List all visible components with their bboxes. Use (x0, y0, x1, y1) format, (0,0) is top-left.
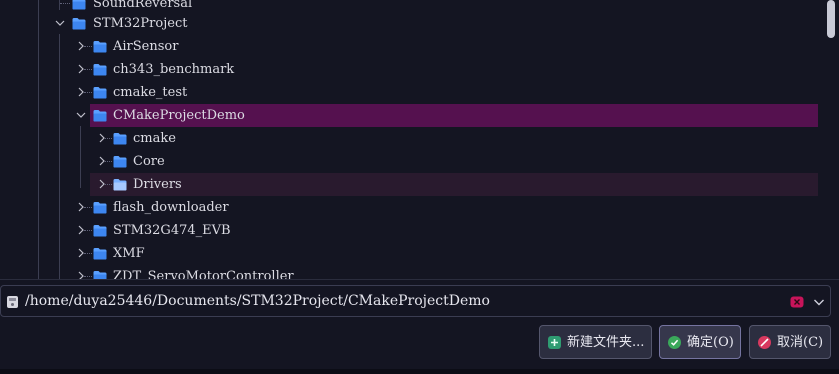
tree-item-zdt-servomotorcontroller[interactable]: ZDT_ServoMotorController (0, 265, 818, 279)
tree-item-label: STM32Project (93, 16, 188, 31)
tree-item-cmake-test[interactable]: cmake_test (0, 81, 818, 104)
drive-icon (6, 294, 19, 308)
chevron-down-icon[interactable] (75, 109, 87, 121)
cancel-icon (758, 336, 771, 349)
vertical-scrollbar[interactable] (827, 0, 835, 38)
tree-item-label: ch343_benchmark (113, 62, 235, 77)
folder-icon (93, 63, 107, 76)
tree-item-ch343-benchmark[interactable]: ch343_benchmark (0, 58, 818, 81)
tree-item-label: CMakeProjectDemo (113, 108, 245, 123)
tree-item-label: cmake_test (113, 85, 188, 100)
new-folder-button[interactable]: 新建文件夹... (539, 325, 652, 359)
folder-icon (93, 247, 107, 260)
folder-icon (93, 224, 107, 237)
add-folder-icon (548, 336, 561, 349)
folder-icon (72, 0, 86, 10)
button-label: 新建文件夹... (567, 335, 645, 350)
folder-tree[interactable]: SoundReversal STM32Project AirSensor ch3… (0, 0, 839, 279)
tree-item-label: cmake (133, 131, 176, 146)
folder-icon (93, 201, 107, 214)
tree-item-stm32g474-evb[interactable]: STM32G474_EVB (0, 219, 818, 242)
tree-item-label: flash_downloader (113, 200, 229, 215)
tree-item-label: SoundReversal (93, 0, 193, 11)
cancel-button[interactable]: 取消(C) (749, 325, 831, 359)
location-path[interactable]: /home/duya25446/Documents/STM32Project/C… (25, 292, 490, 310)
folder-icon (93, 270, 107, 279)
button-label: 确定(O) (687, 335, 734, 350)
tree-item-label: AirSensor (113, 39, 179, 54)
tree-item-stm32project[interactable]: STM32Project (0, 12, 818, 35)
chevron-down-icon[interactable] (812, 294, 826, 308)
divider (0, 279, 839, 280)
tree-item-cmake[interactable]: cmake (0, 127, 818, 150)
folder-icon (113, 132, 127, 145)
folder-icon (93, 109, 107, 122)
tree-item-label: ZDT_ServoMotorController (113, 269, 294, 279)
hover-highlight (90, 173, 818, 196)
check-icon (668, 336, 681, 349)
tree-item-label: XMF (113, 246, 145, 261)
clear-icon[interactable] (790, 294, 804, 308)
folder-icon (113, 178, 127, 191)
tree-item-xmf[interactable]: XMF (0, 242, 818, 265)
tree-item-cmakeprojectdemo[interactable]: CMakeProjectDemo (0, 104, 818, 127)
folder-icon (113, 155, 127, 168)
folder-icon (93, 40, 107, 53)
window-bottom-edge (0, 369, 839, 374)
location-bar[interactable]: /home/duya25446/Documents/STM32Project/C… (0, 285, 831, 317)
ok-button[interactable]: 确定(O) (659, 325, 741, 359)
tree-item-label: Drivers (133, 177, 182, 192)
tree-item-core[interactable]: Core (0, 150, 818, 173)
button-label: 取消(C) (777, 335, 824, 350)
chevron-down-icon[interactable] (54, 17, 66, 29)
tree-item-label: STM32G474_EVB (113, 223, 231, 238)
tree-item-label: Core (133, 154, 165, 169)
tree-item-flash-downloader[interactable]: flash_downloader (0, 196, 818, 219)
tree-item-airsensor[interactable]: AirSensor (0, 35, 818, 58)
folder-icon (93, 86, 107, 99)
tree-item-drivers[interactable]: Drivers (0, 173, 818, 196)
folder-icon (72, 17, 86, 30)
